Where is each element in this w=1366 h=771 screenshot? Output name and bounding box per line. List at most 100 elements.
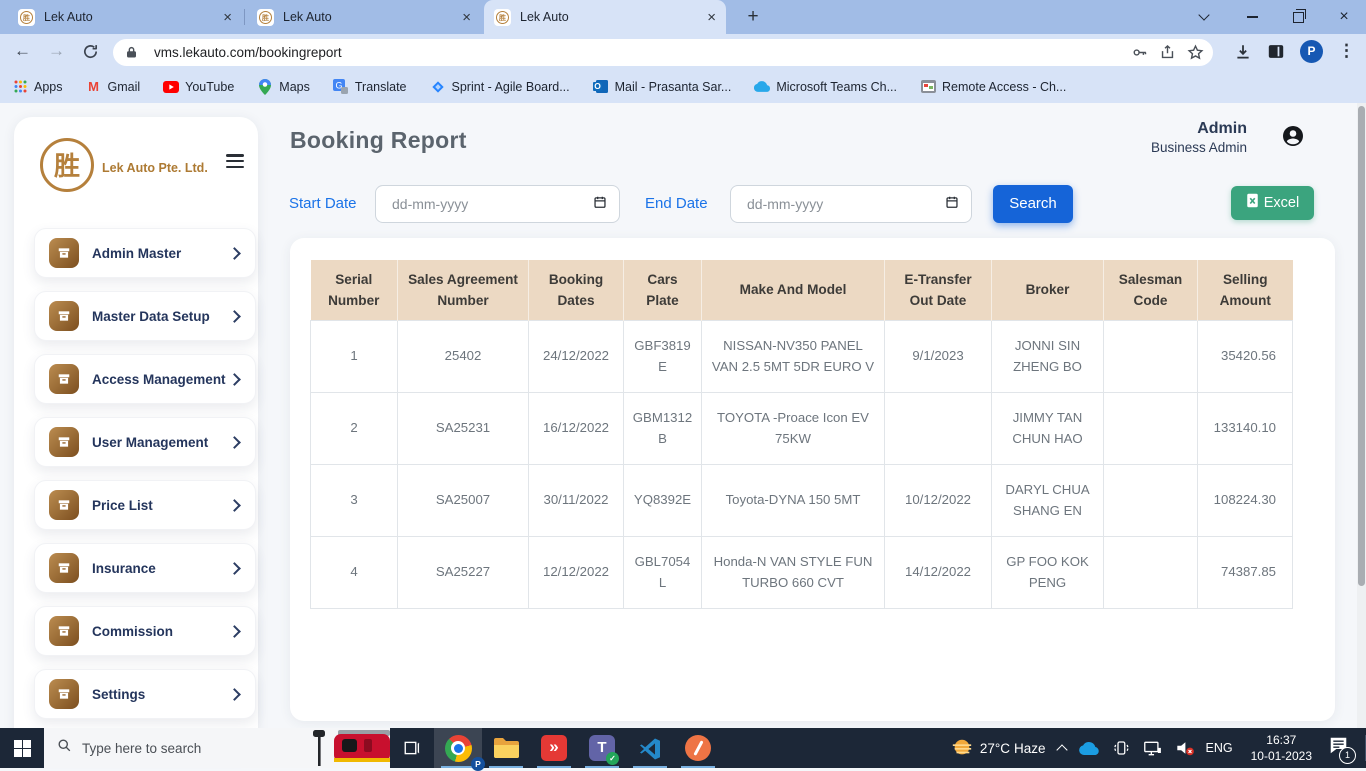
close-button[interactable]: × [1322, 0, 1366, 34]
end-date-input[interactable] [745, 195, 945, 213]
page-title: Booking Report [290, 127, 467, 154]
bookmark-apps[interactable]: Apps [12, 79, 63, 95]
archive-icon [49, 679, 79, 709]
remote-window-icon [920, 79, 936, 95]
taskbar-search-input[interactable] [80, 740, 274, 757]
table-cell: 16/12/2022 [529, 393, 624, 465]
tab-search-button[interactable] [1182, 0, 1226, 34]
search-button[interactable]: Search [993, 185, 1073, 223]
brand-name: Lek Auto Pte. Ltd. [102, 161, 222, 175]
minimize-button[interactable] [1230, 0, 1274, 34]
browser-tab-1[interactable]: 胜 Lek Auto × [8, 0, 242, 34]
network-icon[interactable] [1143, 740, 1162, 757]
browser-tab-2[interactable]: 胜 Lek Auto × [247, 0, 481, 34]
start-date-input[interactable] [390, 195, 593, 213]
task-view-icon[interactable] [390, 728, 434, 768]
page-scrollbar-thumb[interactable] [1358, 106, 1365, 586]
calendar-icon[interactable] [593, 195, 607, 214]
archive-icon [49, 238, 79, 268]
bookmark-teams[interactable]: Microsoft Teams Ch... [754, 79, 897, 95]
volume-muted-icon[interactable] [1175, 739, 1195, 757]
taskbar-teams-icon[interactable]: T✓ [578, 728, 626, 768]
taskbar-file-explorer-icon[interactable] [482, 728, 530, 768]
bookmark-translate[interactable]: G Translate [333, 79, 407, 95]
tray-condition[interactable]: Haze [1014, 741, 1046, 756]
tab-close-icon[interactable]: × [223, 10, 232, 25]
sidebar-item-user-management[interactable]: User Management [34, 417, 256, 467]
user-avatar-icon[interactable] [1281, 124, 1305, 153]
tray-clock[interactable]: 16:37 10-01-2023 [1251, 732, 1312, 764]
search-icon [57, 738, 72, 758]
download-icon[interactable] [1234, 43, 1252, 66]
excel-export-button[interactable]: Excel [1231, 186, 1314, 220]
chevron-right-icon [228, 499, 241, 512]
table-row: 1 25402 24/12/2022 GBF3819E NISSAN-NV350… [311, 321, 1293, 393]
browser-profile-avatar[interactable]: P [1300, 40, 1323, 63]
sidebar: 胜 Lek Auto Pte. Ltd. Admin Master Master… [14, 117, 258, 757]
tray-temperature[interactable]: 27°C [980, 741, 1010, 756]
start-button[interactable] [0, 728, 44, 768]
taskbar-orange-pen-app-icon[interactable] [674, 728, 722, 768]
archive-icon [49, 364, 79, 394]
sidebar-item-commission[interactable]: Commission [34, 606, 256, 656]
chevron-right-icon [228, 436, 241, 449]
side-panel-icon[interactable] [1268, 44, 1284, 64]
youtube-icon [163, 79, 179, 95]
bookmark-maps[interactable]: Maps [257, 79, 310, 95]
onedrive-icon[interactable] [1079, 742, 1099, 755]
bookmark-gmail[interactable]: M Gmail [86, 79, 141, 95]
bookmark-youtube[interactable]: YouTube [163, 79, 234, 95]
archive-icon [49, 490, 79, 520]
taskbar-chrome-icon[interactable]: P [434, 728, 482, 768]
sidebar-item-access-management[interactable]: Access Management [34, 354, 256, 404]
phone-link-icon[interactable] [1112, 739, 1130, 757]
windows-taskbar: P » T✓ 27°C Haze [0, 728, 1366, 768]
lock-icon [117, 46, 145, 59]
gmail-icon: M [86, 79, 102, 95]
browser-menu-icon[interactable]: ⋮ [1338, 41, 1355, 61]
taskbar-vscode-icon[interactable] [626, 728, 674, 768]
browser-tab-strip: 胜 Lek Auto × 胜 Lek Auto × 胜 Lek Auto × +… [0, 0, 1366, 34]
search-highlight-train-graphic[interactable] [310, 728, 390, 768]
windows-logo-icon [14, 740, 31, 757]
orange-pen-icon [685, 735, 711, 761]
bookmark-outlook-mail[interactable]: O Mail - Prasanta Sar... [593, 79, 732, 95]
address-bar[interactable]: vms.lekauto.com/bookingreport [113, 39, 1213, 66]
browser-tab-3-active[interactable]: 胜 Lek Auto × [484, 0, 726, 34]
action-center-icon[interactable]: 1 [1328, 736, 1349, 760]
lekauto-favicon: 胜 [257, 9, 274, 26]
bookmark-sprint[interactable]: Sprint - Agile Board... [430, 79, 570, 95]
bookmark-remote-access[interactable]: Remote Access - Ch... [920, 79, 1066, 95]
sidebar-item-price-list[interactable]: Price List [34, 480, 256, 530]
share-icon[interactable] [1153, 44, 1181, 61]
page-scrollbar-track[interactable] [1357, 103, 1366, 728]
taskbar-search-box[interactable] [44, 728, 390, 768]
translate-icon: G [333, 79, 349, 95]
table-cell: 3 [311, 465, 398, 537]
tray-chevron-up-icon[interactable] [1058, 743, 1066, 754]
table-cell: JIMMY TAN CHUN HAO [992, 393, 1104, 465]
restore-button[interactable] [1276, 0, 1320, 34]
taskbar-remote-app-icon[interactable]: » [530, 728, 578, 768]
table-cell: 1 [311, 321, 398, 393]
screen: { "browser": { "tabs": [ {"title": "Lek … [0, 0, 1366, 768]
weather-haze-icon[interactable] [951, 737, 973, 759]
tab-close-icon[interactable]: × [707, 10, 716, 25]
tab-close-icon[interactable]: × [462, 10, 471, 25]
key-icon[interactable] [1125, 44, 1153, 61]
teams-logo-icon: T✓ [589, 735, 615, 761]
sidebar-item-settings[interactable]: Settings [34, 669, 256, 719]
hamburger-menu-icon[interactable] [226, 151, 244, 171]
new-tab-button[interactable]: + [740, 4, 766, 30]
forward-icon[interactable]: → [48, 41, 65, 61]
user-role: Business Admin [1151, 140, 1247, 155]
back-icon[interactable]: ← [14, 41, 31, 61]
reload-icon[interactable] [82, 43, 99, 65]
table-cell [1104, 393, 1198, 465]
calendar-icon[interactable] [945, 195, 959, 214]
sidebar-item-insurance[interactable]: Insurance [34, 543, 256, 593]
sidebar-item-admin-master[interactable]: Admin Master [34, 228, 256, 278]
sidebar-item-master-data-setup[interactable]: Master Data Setup [34, 291, 256, 341]
tray-language[interactable]: ENG [1206, 741, 1233, 755]
bookmark-star-icon[interactable] [1181, 44, 1209, 61]
